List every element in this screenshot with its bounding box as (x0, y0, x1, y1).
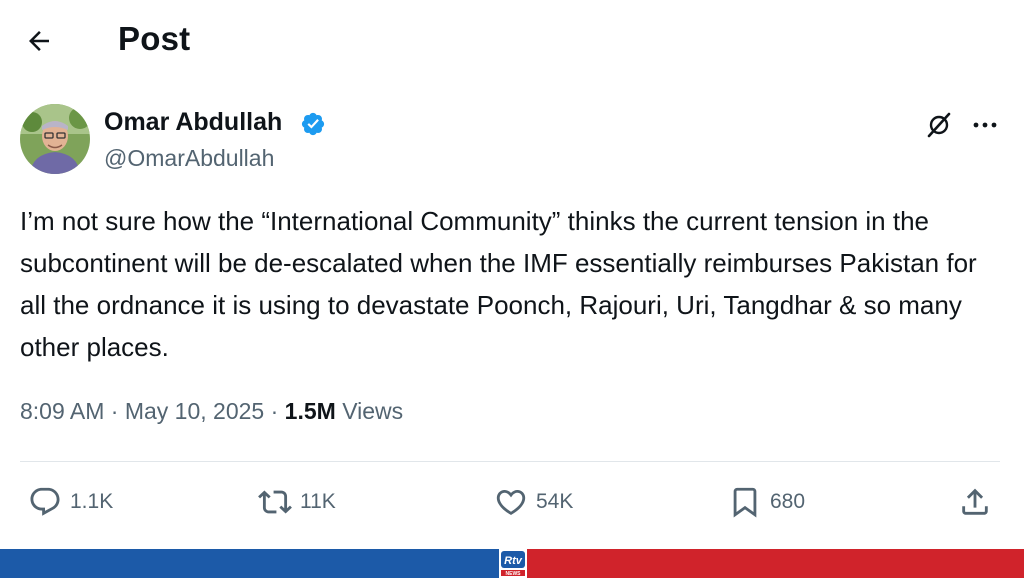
bookmark-icon (733, 487, 757, 518)
divider (20, 461, 1000, 462)
verified-badge-icon[interactable] (300, 111, 326, 137)
share-icon (962, 488, 988, 515)
share-button[interactable] (958, 484, 992, 520)
post-text: I’m not sure how the “International Comm… (20, 206, 977, 362)
bookmark-count: 680 (770, 490, 806, 513)
reply-icon (30, 487, 60, 516)
banner-blue-band (0, 549, 512, 578)
more-dots-icon (973, 122, 997, 128)
like-count: 54K (536, 490, 574, 513)
reply-button[interactable]: 1.1K (28, 484, 113, 520)
repost-button[interactable]: 11K (258, 484, 336, 520)
repost-count: 11K (300, 490, 336, 513)
meta-separator: · (270, 398, 279, 424)
bookmark-button[interactable]: 680 (728, 484, 805, 520)
avatar-image (20, 104, 90, 174)
author-name[interactable]: Omar Abdullah (104, 108, 282, 137)
rtv-logo-subtext: NEWS (506, 571, 522, 577)
grok-icon (927, 112, 951, 138)
post-meta: 8:09 AM · May 10, 2025 · 1.5M Views (20, 398, 403, 425)
views-count: 1.5M (284, 398, 336, 424)
like-button[interactable]: 54K (494, 484, 573, 520)
reply-count: 1.1K (70, 490, 114, 513)
post-page: Post Omar Abdullah @OmarAbdullah I’m not… (0, 0, 1024, 578)
page-title: Post (118, 20, 191, 57)
arrow-left-icon (29, 31, 49, 51)
meta-separator: · (110, 398, 119, 424)
post-time[interactable]: 8:09 AM (20, 398, 104, 424)
heart-icon (496, 489, 526, 515)
views-label: Views (342, 398, 404, 424)
banner-red-band (512, 549, 1024, 578)
repost-icon (258, 490, 292, 514)
grok-button[interactable] (924, 110, 954, 140)
page-header: Post (0, 0, 1024, 80)
post-date[interactable]: May 10, 2025 (125, 398, 264, 424)
author-handle[interactable]: @OmarAbdullah (104, 145, 274, 172)
more-options-button[interactable] (968, 110, 1002, 140)
avatar[interactable] (20, 104, 90, 174)
rtv-logo: Rtv NEWS (497, 549, 529, 578)
back-button[interactable] (22, 24, 56, 58)
rtv-logo-text: Rtv (504, 555, 523, 567)
news-banner: Rtv NEWS (0, 549, 1024, 578)
